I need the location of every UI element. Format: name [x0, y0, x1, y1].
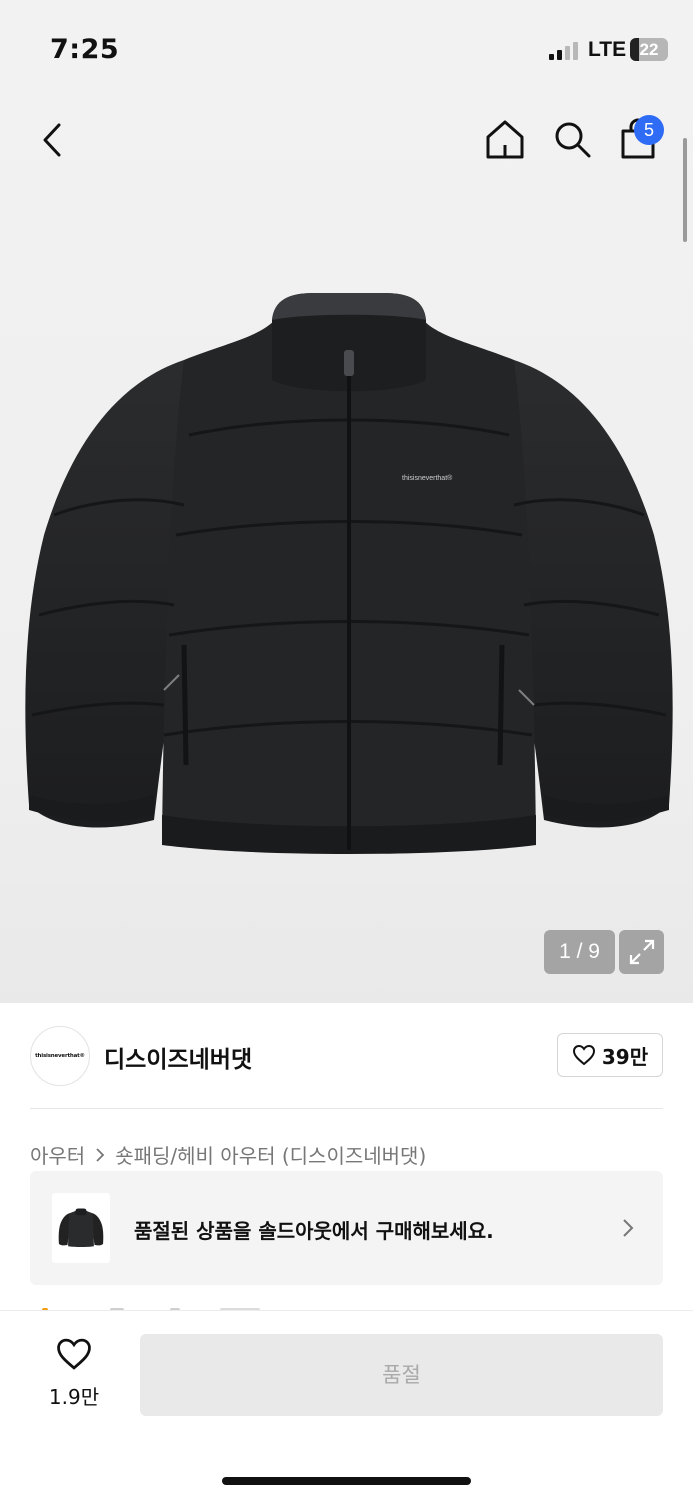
home-icon [486, 120, 524, 159]
brand-logo-text: thisisneverthat® [35, 1053, 85, 1059]
network-label: LTE [588, 38, 627, 61]
chevron-right-icon [623, 1219, 634, 1237]
status-time: 7:25 [50, 34, 120, 65]
search-icon [555, 122, 591, 158]
breadcrumb-item-category[interactable]: 숏패딩/헤비 아우터 (디스이즈네버댓) [115, 1140, 426, 1169]
soldout-banner-text: 품절된 상품을 솔드아웃에서 구매해보세요. [134, 1219, 494, 1243]
home-button[interactable] [482, 116, 528, 162]
bottom-action-bar: 1.9만 품절 [0, 1310, 693, 1500]
product-image-gallery[interactable]: 7:25 LTE 22 5 thisisneverthat® 1 / 9 [0, 0, 693, 1003]
heart-icon [57, 1338, 91, 1370]
heart-icon [572, 1044, 595, 1066]
signal-icon [549, 42, 579, 60]
brand-name[interactable]: 디스이즈네버댓 [104, 1040, 252, 1074]
battery-level: 22 [639, 40, 659, 59]
home-indicator [222, 1477, 471, 1485]
brand-logo[interactable]: thisisneverthat® [30, 1026, 90, 1086]
soldout-banner[interactable]: 품절된 상품을 솔드아웃에서 구매해보세요. [30, 1171, 663, 1285]
battery-icon: 22 [630, 38, 668, 61]
wishlist-button[interactable]: 1.9만 [44, 1337, 104, 1410]
back-icon [43, 123, 61, 157]
image-page-counter: 1 / 9 [544, 930, 615, 974]
soldout-thumbnail [52, 1193, 110, 1263]
wishlist-count: 1.9만 [48, 1385, 100, 1409]
search-button[interactable] [549, 116, 595, 162]
brand-row: thisisneverthat® 디스이즈네버댓 39만 [30, 1026, 663, 1086]
breadcrumb: 아우터 숏패딩/헤비 아우터 (디스이즈네버댓) [30, 1140, 426, 1169]
brand-like-count: 39만 [601, 1044, 649, 1069]
brand-like-button[interactable]: 39만 [557, 1033, 663, 1077]
chevron-right-icon [93, 1145, 107, 1165]
jacket-print: thisisneverthat® [402, 474, 453, 482]
expand-image-button[interactable] [619, 930, 664, 974]
soldout-purchase-button[interactable]: 품절 [140, 1334, 663, 1416]
expand-icon [629, 939, 654, 965]
breadcrumb-item-outer[interactable]: 아우터 [30, 1140, 85, 1169]
scroll-indicator [683, 138, 687, 242]
divider [30, 1108, 663, 1109]
status-bar: 7:25 LTE 22 [0, 0, 693, 100]
cart-count-badge: 5 [634, 115, 664, 145]
product-image: thisisneverthat® [25, 293, 673, 854]
back-button[interactable] [30, 118, 74, 162]
